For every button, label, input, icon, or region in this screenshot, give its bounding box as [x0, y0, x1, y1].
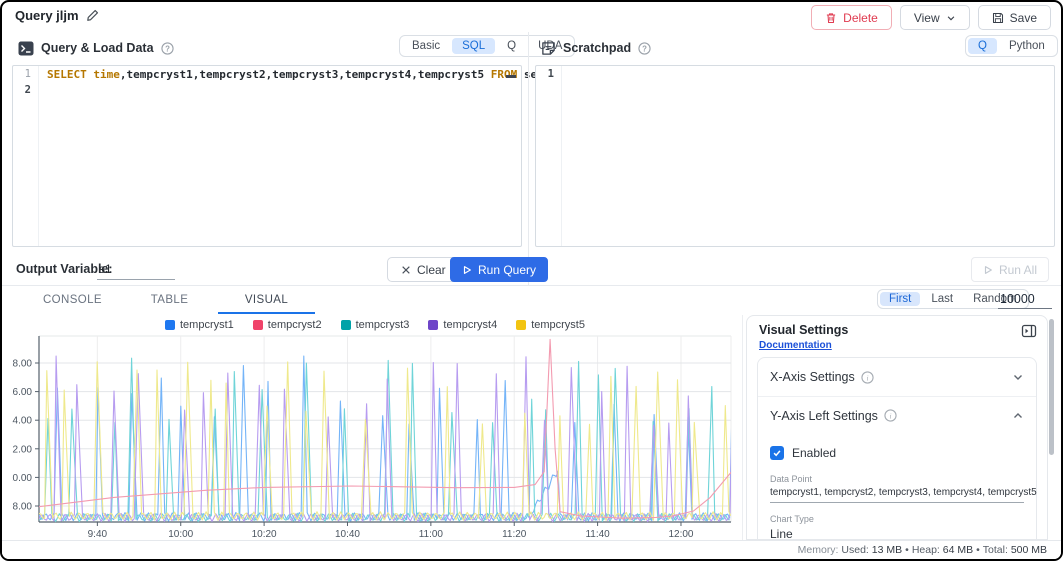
- chevron-down-icon: [1012, 371, 1024, 383]
- svg-text:i: i: [889, 411, 891, 420]
- scratchpad-editor[interactable]: 1: [535, 65, 1055, 247]
- svg-text:10:00: 10:00: [168, 529, 193, 540]
- app-window: Query jljm Delete View: [0, 0, 1063, 561]
- sql-line-1: SELECT time,tempcryst1,tempcryst2,tempcr…: [47, 67, 517, 83]
- y-axis-left-settings-row[interactable]: Y-Axis Left Settings i: [758, 396, 1036, 434]
- results-tab-visual[interactable]: VISUAL: [218, 287, 315, 313]
- help-icon[interactable]: ?: [638, 42, 651, 55]
- query-panel-header: Query & Load Data ?: [18, 36, 174, 60]
- status-bar: Memory: Used: 13 MB•Heap: 64 MB•Total: 5…: [2, 540, 1061, 559]
- info-icon[interactable]: i: [884, 409, 897, 422]
- svg-text:11:40: 11:40: [585, 529, 610, 540]
- panel-divider: [528, 32, 529, 285]
- svg-text:?: ?: [642, 44, 647, 53]
- enabled-checkbox-row[interactable]: Enabled: [770, 446, 1024, 460]
- timeseries-chart[interactable]: 8.00 10.00 12.00 14.00 16.00 18.00 9:40 10:00 10…: [12, 315, 738, 541]
- scratchpad-mode-tabs: QPython: [965, 35, 1058, 57]
- results-tab-table[interactable]: TABLE: [121, 287, 218, 313]
- svg-text:11:00: 11:00: [419, 529, 444, 540]
- play-icon: [462, 265, 472, 275]
- scratchpad-editor-gutter: 1: [536, 66, 562, 246]
- save-button[interactable]: Save: [978, 5, 1051, 30]
- save-icon: [992, 12, 1004, 24]
- checkbox-checked-icon[interactable]: [770, 446, 784, 460]
- line-number: 2: [13, 82, 38, 98]
- visual-settings-title: Visual Settings: [759, 323, 848, 337]
- settings-scrollbar[interactable]: [1049, 319, 1054, 455]
- query-mode-tab-sql[interactable]: SQL: [452, 38, 495, 54]
- info-icon[interactable]: i: [861, 371, 874, 384]
- clear-button[interactable]: Clear: [387, 257, 460, 282]
- sql-editor[interactable]: 1 2 SELECT time,tempcryst1,tempcryst2,te…: [12, 65, 522, 247]
- chart-type-select[interactable]: Line: [770, 527, 1024, 540]
- x-axis-settings-row[interactable]: X-Axis Settings i: [758, 358, 1036, 396]
- svg-text:14.00: 14.00: [12, 416, 32, 427]
- svg-text:12:00: 12:00: [668, 529, 693, 540]
- scratchpad-tab-q[interactable]: Q: [968, 38, 997, 54]
- trash-icon: [825, 12, 837, 24]
- edit-title-pencil-icon[interactable]: [86, 9, 99, 22]
- terminal-icon: [18, 41, 34, 56]
- svg-text:10:20: 10:20: [252, 529, 277, 540]
- scratchpad-tab-python[interactable]: Python: [999, 38, 1055, 54]
- section-divider: [2, 285, 1061, 286]
- chart-type-field[interactable]: Chart Type Line: [770, 514, 1024, 540]
- scratchpad-code-area[interactable]: [563, 66, 1054, 246]
- editor-minimap-marker: [506, 75, 516, 78]
- title-bar: Query jljm Delete View: [2, 2, 1061, 32]
- svg-text:16.00: 16.00: [12, 387, 32, 398]
- svg-text:12.00: 12.00: [12, 444, 32, 455]
- row-limit-input[interactable]: [998, 289, 1052, 309]
- page-title: Query jljm: [15, 8, 79, 23]
- results-tab-console[interactable]: CONSOLE: [24, 287, 121, 313]
- sampling-first-button[interactable]: First: [880, 292, 920, 306]
- chevron-down-icon: [946, 13, 956, 23]
- close-icon: [401, 265, 411, 275]
- sql-code-area[interactable]: SELECT time,tempcryst1,tempcryst2,tempcr…: [40, 66, 521, 246]
- header-actions: Delete View Save: [811, 5, 1051, 30]
- collapse-panel-icon[interactable]: [1021, 323, 1037, 339]
- query-mode-tab-basic[interactable]: Basic: [402, 38, 450, 54]
- results-tabs: CONSOLETABLEVISUAL: [24, 287, 315, 313]
- line-number: 1: [13, 66, 38, 82]
- line-number: 1: [536, 66, 561, 82]
- query-mode-tab-q[interactable]: Q: [497, 38, 526, 54]
- scratchpad-icon: [541, 41, 556, 56]
- svg-text:8.00: 8.00: [13, 502, 33, 513]
- axis-settings-card: X-Axis Settings i Y-Axis Left Settings i: [757, 357, 1037, 540]
- y-axis-settings-body: Enabled Data Point tempcryst1, tempcryst…: [758, 434, 1036, 540]
- sql-editor-gutter: 1 2: [13, 66, 39, 246]
- chevron-up-icon: [1012, 410, 1024, 422]
- svg-text:?: ?: [165, 44, 170, 53]
- enabled-label: Enabled: [792, 446, 836, 460]
- sampling-last-button[interactable]: Last: [922, 292, 962, 306]
- documentation-link[interactable]: Documentation: [759, 340, 832, 351]
- query-panel-title: Query & Load Data: [41, 41, 154, 55]
- data-point-field[interactable]: Data Point tempcryst1, tempcryst2, tempc…: [770, 474, 1024, 503]
- delete-button[interactable]: Delete: [811, 5, 892, 30]
- results-divider: [742, 315, 743, 540]
- svg-text:9:40: 9:40: [88, 529, 108, 540]
- data-point-value[interactable]: tempcryst1, tempcryst2, tempcryst3, temp…: [770, 487, 1024, 503]
- svg-text:i: i: [866, 373, 868, 382]
- run-query-button[interactable]: Run Query: [450, 257, 548, 282]
- memory-status: Memory: Used: 13 MB•Heap: 64 MB•Total: 5…: [798, 544, 1047, 556]
- visual-settings-panel: Visual Settings Documentation X-Axis Set…: [746, 315, 1048, 540]
- scratchpad-header: Scratchpad ?: [541, 36, 651, 60]
- svg-text:11:20: 11:20: [502, 529, 527, 540]
- svg-text:10:40: 10:40: [335, 529, 360, 540]
- view-button[interactable]: View: [900, 5, 970, 30]
- play-icon: [983, 265, 993, 275]
- output-variable-input[interactable]: [97, 258, 175, 280]
- run-all-button[interactable]: Run All: [971, 257, 1049, 282]
- scratchpad-title: Scratchpad: [563, 41, 631, 55]
- svg-text:10.00: 10.00: [12, 473, 32, 484]
- svg-text:18.00: 18.00: [12, 359, 32, 370]
- chart-type-label: Chart Type: [770, 514, 1024, 524]
- app-root: Query jljm Delete View: [2, 2, 1061, 559]
- help-icon[interactable]: ?: [161, 42, 174, 55]
- data-point-label: Data Point: [770, 474, 1024, 484]
